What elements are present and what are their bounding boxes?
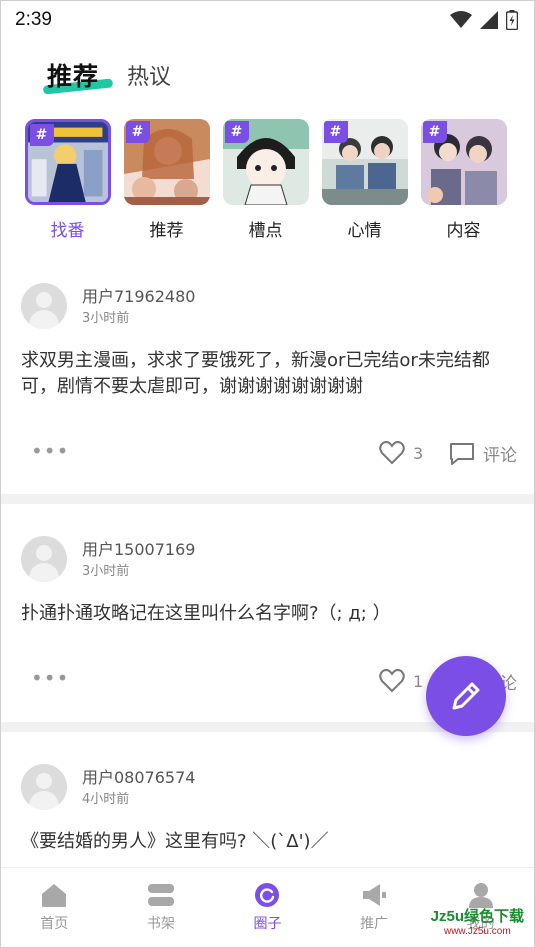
topic-label: 槽点 <box>248 221 283 241</box>
nav-item-bookshelf[interactable]: 书架 <box>111 882 211 933</box>
topic-thumbnail: # <box>420 119 507 205</box>
more-options-button[interactable]: ••• <box>31 439 69 463</box>
compose-post-button[interactable] <box>426 656 506 736</box>
heart-icon <box>379 669 405 693</box>
like-count: 3 <box>413 443 424 463</box>
tab-recommend[interactable]: 推荐 <box>42 57 114 95</box>
status-icons <box>450 10 518 30</box>
post-card[interactable]: 用户08076574 4小时前 《要结婚的男人》这里有吗? ＼(`Δ')／ <box>1 764 534 864</box>
avatar-body-shape <box>29 791 59 810</box>
topic-item-content[interactable]: # 内容 <box>420 119 507 241</box>
tab-hot[interactable]: 热议 <box>127 59 171 93</box>
avatar[interactable] <box>21 764 67 810</box>
topic-label: 心情 <box>347 221 382 241</box>
post-text[interactable]: 求双男主漫画，求求了要饿死了，新漫or已完结or未完结都可，剧情不要太虐即可，谢… <box>21 348 521 400</box>
more-options-button[interactable]: ••• <box>31 666 69 690</box>
comment-icon <box>450 442 474 465</box>
post-time: 3小时前 <box>82 311 130 326</box>
topic-item-complaint[interactable]: # 槽点 <box>222 119 309 241</box>
watermark-sub: www.Jz5u.com <box>443 926 511 937</box>
like-button[interactable]: 1 <box>379 669 423 693</box>
nav-item-promote[interactable]: 推广 <box>324 882 424 933</box>
topic-item-find[interactable]: # 找番 <box>24 119 111 241</box>
home-icon <box>42 884 67 907</box>
nav-label: 推广 <box>360 916 389 932</box>
post-text[interactable]: 《要结婚的男人》这里有吗? ＼(`Δ')／ <box>21 829 521 855</box>
tab-hot-label: 热议 <box>127 65 172 90</box>
topic-hash-badge: # <box>125 121 150 143</box>
like-count: 1 <box>413 671 424 691</box>
topic-item-mood[interactable]: # 心情 <box>321 119 408 241</box>
topic-thumbnail: # <box>321 119 408 205</box>
post-username[interactable]: 用户71962480 <box>82 283 195 307</box>
avatar-body-shape <box>29 563 59 582</box>
top-tabs: 推荐 热议 <box>42 53 171 95</box>
nav-item-home[interactable]: 首页 <box>4 882 104 933</box>
topic-hash-badge: # <box>422 121 447 143</box>
nav-label: 圈子 <box>253 916 282 932</box>
topic-thumbnail: # <box>123 119 210 205</box>
topic-label: 内容 <box>446 221 481 241</box>
topic-hash-badge: # <box>323 121 348 143</box>
topic-label: 找番 <box>50 221 85 241</box>
heart-icon <box>379 441 405 465</box>
topic-item-recommend[interactable]: # 推荐 <box>123 119 210 241</box>
pencil-icon <box>452 682 480 710</box>
avatar-head-shape <box>36 773 52 789</box>
topic-list: # 找番 # 推荐 # 槽点 # 心情 # 内容 <box>24 119 507 241</box>
like-button[interactable]: 3 <box>379 441 423 465</box>
nav-label: 首页 <box>40 916 69 932</box>
topic-thumbnail: # <box>24 119 111 205</box>
post-card[interactable]: 用户71962480 3小时前 求双男主漫画，求求了要饿死了，新漫or已完结or… <box>1 283 534 493</box>
post-time: 3小时前 <box>82 564 130 579</box>
avatar-head-shape <box>36 545 52 561</box>
comment-button[interactable]: 评论 <box>449 441 517 466</box>
bookshelf-icon <box>147 884 174 906</box>
status-bar: 2:39 <box>1 1 534 39</box>
nav-label: 书架 <box>146 916 175 932</box>
avatar[interactable] <box>21 536 67 582</box>
battery-icon <box>506 10 518 30</box>
signal-icon <box>480 11 498 29</box>
comment-label: 评论 <box>483 446 517 466</box>
watermark-main: Jz5u绿色下载 <box>430 908 524 925</box>
post-username[interactable]: 用户08076574 <box>82 764 195 788</box>
avatar-head-shape <box>36 292 52 308</box>
circle-icon <box>255 883 280 907</box>
wifi-icon <box>450 11 472 28</box>
watermark: Jz5u绿色下载 www.Jz5u.com <box>431 905 524 937</box>
avatar-body-shape <box>29 310 59 329</box>
topic-label: 推荐 <box>149 221 184 241</box>
tab-recommend-label: 推荐 <box>47 62 100 91</box>
avatar[interactable] <box>21 283 67 329</box>
topic-hash-badge: # <box>224 121 249 143</box>
post-divider <box>1 494 534 504</box>
post-text[interactable]: 扑通扑通攻略记在这里叫什么名字啊?（; д; ） <box>21 601 521 627</box>
post-username[interactable]: 用户15007169 <box>82 536 195 560</box>
megaphone-icon <box>363 884 387 906</box>
status-time: 2:39 <box>15 9 52 30</box>
topic-hash-badge: # <box>29 124 54 146</box>
topic-thumbnail: # <box>222 119 309 205</box>
nav-item-circle[interactable]: 圈子 <box>217 882 317 933</box>
post-time: 4小时前 <box>82 792 130 807</box>
